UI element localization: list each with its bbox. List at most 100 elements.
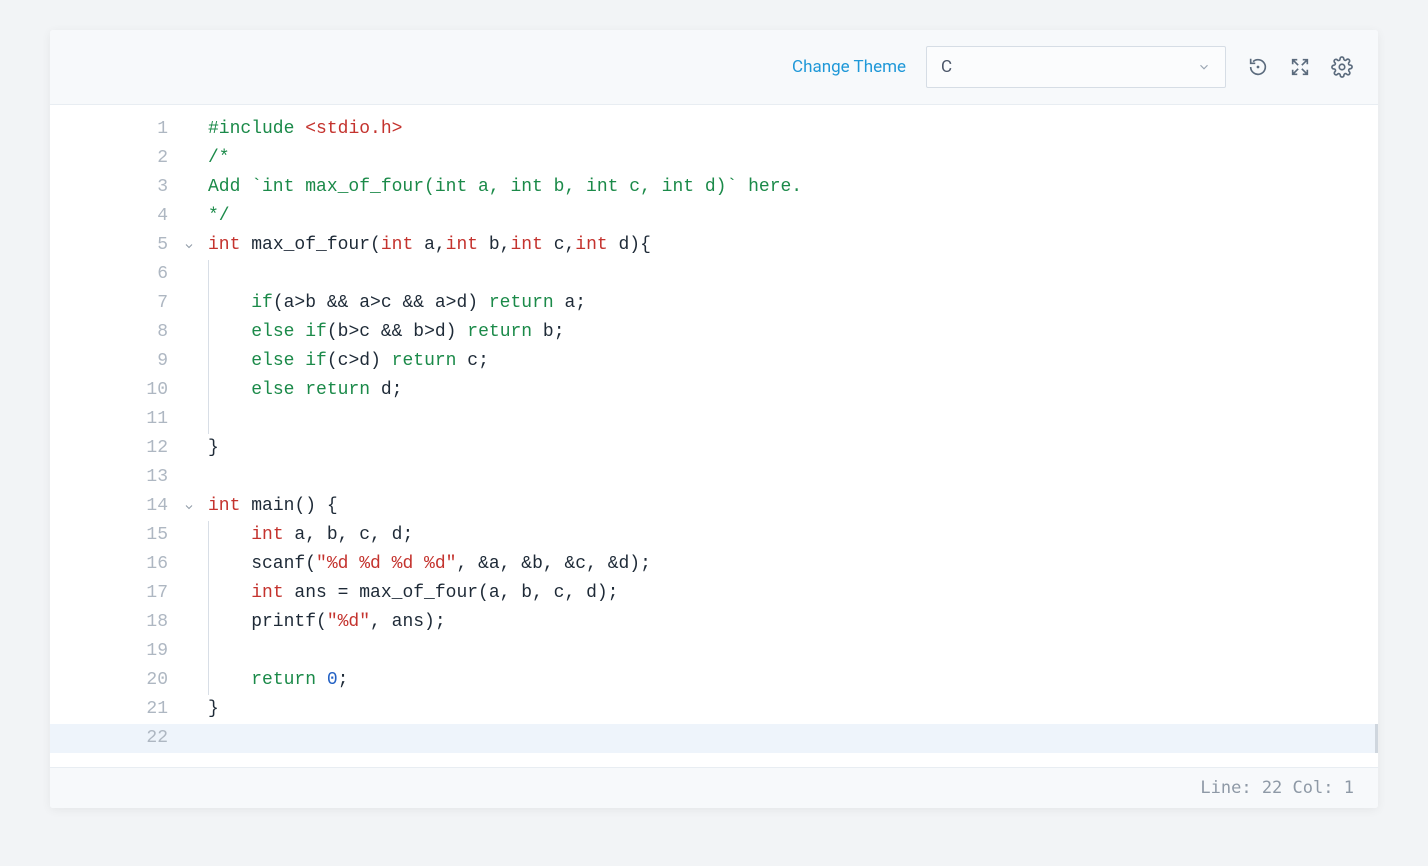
line-number[interactable]: 8 [50,318,178,347]
code-text[interactable]: return 0; [178,666,348,695]
code-line[interactable]: 10 else return d; [50,376,1378,405]
code-text[interactable]: int a, b, c, d; [178,521,413,550]
indent-guide [208,347,209,376]
language-select-value: C [941,57,952,77]
line-number[interactable]: 12 [50,434,178,463]
token-kw: return [392,351,457,371]
code-text[interactable]: else return d; [178,376,402,405]
code-line[interactable]: 18 printf("%d", ans); [50,608,1378,637]
code-line[interactable]: 13 [50,463,1378,492]
code-text[interactable]: } [178,695,219,724]
token-op [294,351,305,371]
line-number[interactable]: 9 [50,347,178,376]
token-op: d; [370,380,402,400]
indent-guide [208,666,209,695]
reset-icon[interactable] [1246,55,1270,79]
token-op: () { [294,496,337,516]
line-number[interactable]: 5 [50,231,178,260]
line-number[interactable]: 6 [50,260,178,289]
code-line[interactable]: 22 [50,724,1378,753]
code-text[interactable]: if(a>b && a>c && a>d) return a; [178,289,586,318]
current-line-marker [1375,724,1378,753]
line-number[interactable]: 19 [50,637,178,666]
code-line[interactable]: 17 int ans = max_of_four(a, b, c, d); [50,579,1378,608]
token-fn: main [251,496,294,516]
code-line[interactable]: 15 int a, b, c, d; [50,521,1378,550]
code-text[interactable]: /* [178,144,230,173]
token-op: a, b, c, d; [284,525,414,545]
code-line[interactable]: 20 return 0; [50,666,1378,695]
code-text[interactable]: int max_of_four(int a,int b,int c,int d)… [178,231,651,260]
code-line[interactable]: 5int max_of_four(int a,int b,int c,int d… [50,231,1378,260]
token-op [208,525,251,545]
code-line[interactable]: 6 [50,260,1378,289]
token-kw: if [305,351,327,371]
language-select[interactable]: C [926,46,1226,88]
status-line-label: Line: [1200,778,1251,798]
token-op: , &a, &b, &c, &d); [456,554,650,574]
token-type: int [446,235,478,255]
code-line[interactable]: 16 scanf("%d %d %d %d", &a, &b, &c, &d); [50,550,1378,579]
line-number[interactable]: 22 [50,724,178,753]
line-number[interactable]: 21 [50,695,178,724]
token-op [208,583,251,603]
code-line[interactable]: 21} [50,695,1378,724]
code-text[interactable]: */ [178,202,230,231]
code-line[interactable]: 4 */ [50,202,1378,231]
token-cm: */ [208,206,230,226]
line-number[interactable]: 7 [50,289,178,318]
code-text[interactable]: printf("%d", ans); [178,608,446,637]
code-text[interactable]: scanf("%d %d %d %d", &a, &b, &c, &d); [178,550,651,579]
line-number[interactable]: 13 [50,463,178,492]
code-text[interactable]: else if(b>c && b>d) return b; [178,318,565,347]
token-op: (a>b && a>c && a>d) [273,293,489,313]
line-number[interactable]: 15 [50,521,178,550]
code-text[interactable]: #include <stdio.h> [178,115,402,144]
indent-guide [208,376,209,405]
token-cm: Add `int max_of_four(int a, int b, int c… [208,177,802,197]
token-op [294,119,305,139]
chevron-down-icon [1197,60,1211,74]
token-op: b; [532,322,564,342]
code-line[interactable]: 14int main() { [50,492,1378,521]
code-text[interactable]: } [178,434,219,463]
fullscreen-icon[interactable] [1288,55,1312,79]
line-number[interactable]: 16 [50,550,178,579]
indent-guide [208,289,209,318]
line-number[interactable]: 1 [50,115,178,144]
line-number[interactable]: 14 [50,492,178,521]
token-kw: return [305,380,370,400]
line-number[interactable]: 3 [50,173,178,202]
code-editor[interactable]: 1#include <stdio.h>2/*3 Add `int max_of_f… [50,105,1378,767]
line-number[interactable]: 11 [50,405,178,434]
code-text[interactable]: else if(c>d) return c; [178,347,489,376]
line-number[interactable]: 4 [50,202,178,231]
line-number[interactable]: 10 [50,376,178,405]
code-text[interactable]: Add `int max_of_four(int a, int b, int c… [178,173,802,202]
code-line[interactable]: 3 Add `int max_of_four(int a, int b, int … [50,173,1378,202]
token-op: a; [554,293,586,313]
line-number[interactable]: 17 [50,579,178,608]
code-line[interactable]: 19 [50,637,1378,666]
code-text[interactable]: int ans = max_of_four(a, b, c, d); [178,579,618,608]
code-line[interactable]: 11 [50,405,1378,434]
code-line[interactable]: 7 if(a>b && a>c && a>d) return a; [50,289,1378,318]
line-number[interactable]: 20 [50,666,178,695]
status-col-label: Col: [1293,778,1334,798]
code-line[interactable]: 1#include <stdio.h> [50,115,1378,144]
code-line[interactable]: 8 else if(b>c && b>d) return b; [50,318,1378,347]
line-number[interactable]: 2 [50,144,178,173]
code-text[interactable]: int main() { [178,492,338,521]
code-line[interactable]: 12} [50,434,1378,463]
indent-guide [208,637,209,666]
gear-icon[interactable] [1330,55,1354,79]
token-type: int [381,235,413,255]
token-type: int [251,525,283,545]
token-op [316,670,327,690]
token-op [208,293,251,313]
change-theme-link[interactable]: Change Theme [792,57,906,77]
line-number[interactable]: 18 [50,608,178,637]
code-line[interactable]: 2/* [50,144,1378,173]
token-op: c; [456,351,488,371]
code-line[interactable]: 9 else if(c>d) return c; [50,347,1378,376]
